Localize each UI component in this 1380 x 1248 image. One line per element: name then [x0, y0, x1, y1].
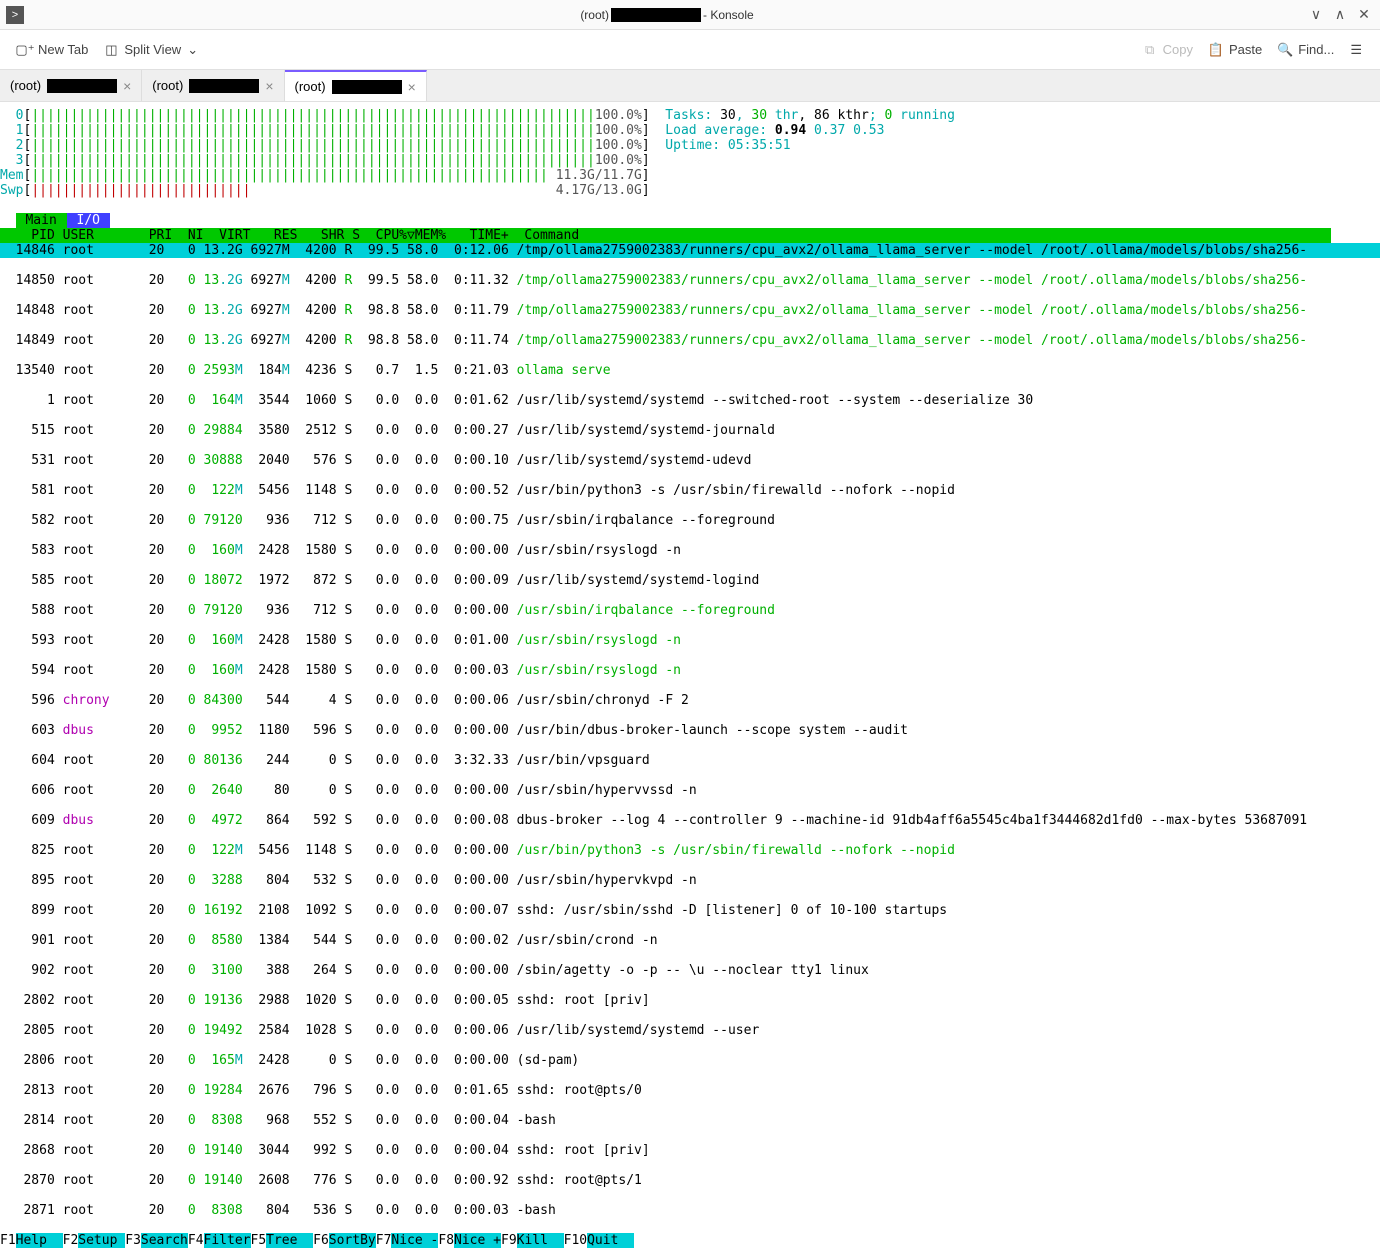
close-button[interactable]: ✕ — [1354, 5, 1374, 25]
title-prefix: (root) — [580, 8, 609, 22]
tab-redacted — [332, 80, 402, 94]
hamburger-icon: ☰ — [1350, 42, 1362, 58]
split-view-icon: ◫ — [104, 43, 118, 57]
close-icon[interactable]: × — [265, 78, 273, 94]
terminal-tab-0[interactable]: (root) × — [0, 70, 142, 101]
paste-label: Paste — [1229, 42, 1262, 57]
find-button[interactable]: 🔍 Find... — [1270, 38, 1342, 61]
tab-redacted — [189, 79, 259, 93]
tab-label: (root) — [10, 78, 41, 93]
close-icon[interactable]: × — [408, 79, 416, 95]
close-icon[interactable]: × — [123, 78, 131, 94]
terminal-tab-2[interactable]: (root) × — [285, 70, 427, 101]
split-view-label: Split View — [124, 42, 181, 57]
new-tab-button[interactable]: ▢⁺ New Tab — [10, 38, 96, 61]
split-view-button[interactable]: ◫ Split View ⌄ — [96, 38, 206, 62]
titlebar: > (root) - Konsole ∨ ∧ ✕ — [0, 0, 1380, 30]
copy-label: Copy — [1163, 42, 1193, 57]
copy-button[interactable]: ⧉ Copy — [1135, 38, 1201, 61]
paste-icon: 📋 — [1209, 43, 1223, 57]
tab-redacted — [47, 79, 117, 93]
terminal-tab-1[interactable]: (root) × — [142, 70, 284, 101]
new-tab-icon: ▢⁺ — [18, 43, 32, 57]
chevron-down-icon: ⌄ — [187, 42, 198, 58]
find-label: Find... — [1298, 42, 1334, 57]
maximize-button[interactable]: ∧ — [1330, 5, 1350, 25]
tab-label: (root) — [152, 78, 183, 93]
new-tab-label: New Tab — [38, 42, 88, 57]
minimize-button[interactable]: ∨ — [1306, 5, 1326, 25]
copy-icon: ⧉ — [1143, 43, 1157, 57]
search-icon: 🔍 — [1278, 43, 1292, 57]
tab-bar: (root) ×(root) ×(root) × — [0, 70, 1380, 102]
toolbar: ▢⁺ New Tab ◫ Split View ⌄ ⧉ Copy 📋 Paste… — [0, 30, 1380, 70]
title-redacted — [611, 8, 701, 22]
window-title: (root) - Konsole — [32, 8, 1302, 22]
menu-button[interactable]: ☰ — [1342, 38, 1370, 62]
terminal[interactable]: 0[||||||||||||||||||||||||||||||||||||||… — [0, 102, 1380, 1248]
title-suffix: - Konsole — [703, 8, 754, 22]
app-icon: > — [6, 6, 24, 24]
tab-label: (root) — [295, 79, 326, 94]
paste-button[interactable]: 📋 Paste — [1201, 38, 1270, 61]
